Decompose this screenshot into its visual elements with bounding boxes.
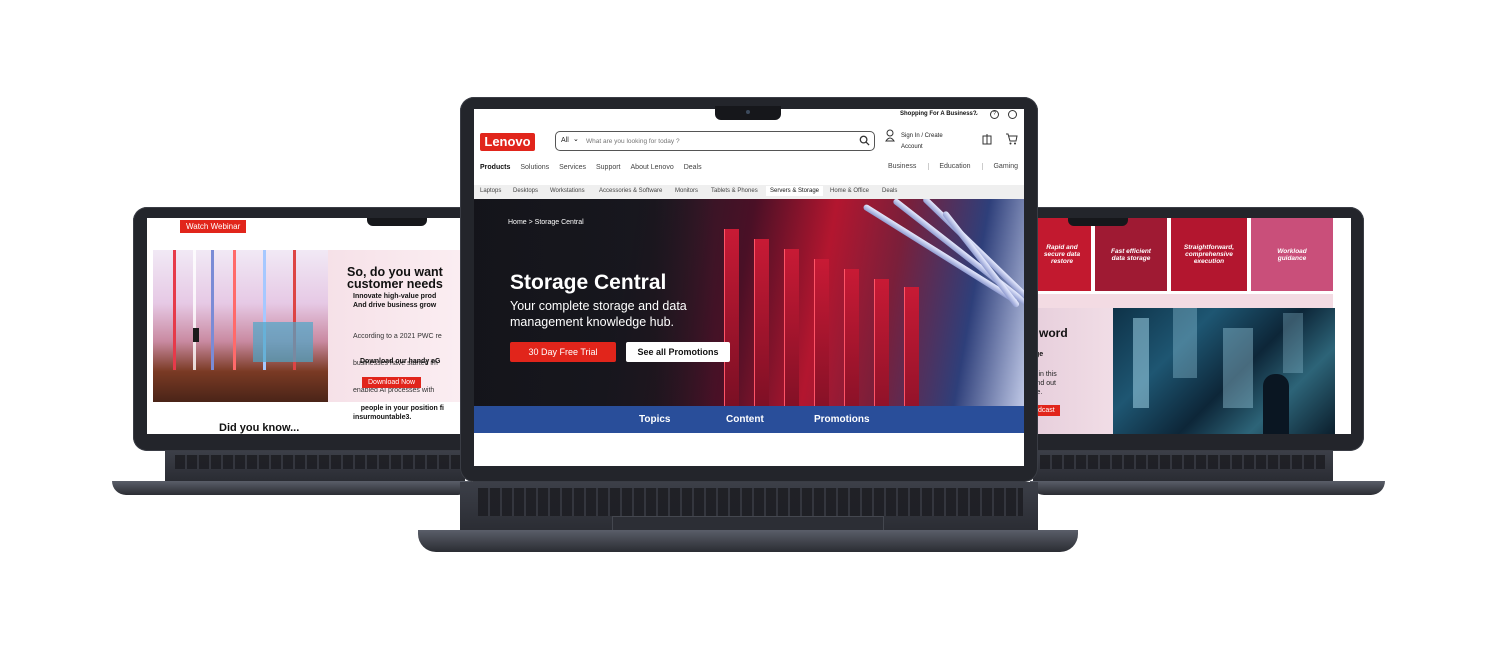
- server-rack-graphic: [724, 229, 739, 406]
- nav-item-education[interactable]: Education: [928, 163, 970, 170]
- right-laptop-notch: [1068, 218, 1128, 226]
- nav-item-solutions[interactable]: Solutions: [520, 164, 549, 171]
- feature-tile: Rapid and secure data restore: [1033, 218, 1091, 291]
- left-laptop-notch: [367, 218, 427, 226]
- user-icon[interactable]: [885, 129, 895, 142]
- sign-in-link[interactable]: Sign In / Create Account: [901, 131, 943, 153]
- feature-tile: Workload guidance: [1251, 218, 1333, 291]
- download-now-button[interactable]: Download Now: [362, 377, 422, 388]
- page-subtitle: Your complete storage and data managemen…: [510, 299, 687, 329]
- promo-body-line: According to a 2021 PWC re: [353, 333, 442, 340]
- right-laptop-front: [1030, 481, 1385, 495]
- category-monitors[interactable]: Monitors: [675, 188, 698, 194]
- site-header: Lenovo All ⌄ Sign In / Create Account Pr…: [474, 121, 1024, 185]
- center-laptop-screen: Shopping For A Business? ⌄ ? Lenovo All …: [474, 109, 1024, 466]
- city-photo: [1113, 308, 1335, 434]
- nav-item-deals[interactable]: Deals: [684, 164, 702, 171]
- main-nav: Products Solutions Services Support Abou…: [480, 164, 702, 171]
- shopping-for-business-link[interactable]: Shopping For A Business?: [900, 111, 977, 117]
- category-accessories[interactable]: Accessories & Software: [599, 188, 662, 194]
- segment-nav: Business Education Gaming: [888, 163, 1018, 170]
- nav-item-support[interactable]: Support: [596, 164, 621, 171]
- left-laptop-keyboard: [175, 455, 460, 469]
- promo-subtitle: Innovate high-value prod And drive busin…: [353, 293, 437, 309]
- nav-item-products[interactable]: Products: [480, 164, 510, 171]
- tab-content[interactable]: Content: [726, 414, 764, 425]
- left-laptop-front: [112, 481, 472, 495]
- cart-icon[interactable]: [1005, 133, 1018, 145]
- search-category-select[interactable]: All: [561, 137, 569, 144]
- category-workstations[interactable]: Workstations: [550, 188, 585, 194]
- download-text: Download our handy eG: [360, 358, 441, 365]
- promo-title: So, do you want customer needs: [347, 265, 443, 291]
- category-tablets[interactable]: Tablets & Phones: [711, 188, 758, 194]
- tab-topics[interactable]: Topics: [639, 414, 670, 425]
- page-title: Storage Central: [510, 271, 667, 294]
- right-laptop-screen: Rapid and secure data restore Fast effic…: [1033, 218, 1351, 434]
- category-laptops[interactable]: Laptops: [480, 188, 501, 194]
- server-rack-graphic: [754, 239, 769, 406]
- support-headset-icon[interactable]: [1008, 110, 1017, 119]
- chevron-down-icon: ⌄: [573, 136, 579, 143]
- hero-banner: Home > Storage Central Storage Central Y…: [474, 199, 1024, 406]
- nav-item-gaming[interactable]: Gaming: [982, 163, 1018, 170]
- right-laptop-keyboard: [1040, 455, 1325, 469]
- chevron-down-icon: ⌄: [974, 111, 980, 117]
- help-icon[interactable]: ?: [990, 110, 999, 119]
- nav-item-services[interactable]: Services: [559, 164, 586, 171]
- tab-promotions[interactable]: Promotions: [814, 414, 870, 425]
- see-promotions-button[interactable]: See all Promotions: [626, 342, 730, 362]
- server-rack-graphic: [844, 269, 859, 406]
- server-rack-graphic: [904, 287, 919, 406]
- camera-dot: [746, 110, 750, 114]
- category-servers-storage[interactable]: Servers & Storage: [766, 186, 824, 196]
- left-laptop-screen: Watch Webinar So, do you want customer n…: [147, 218, 467, 434]
- center-laptop-keyboard: [478, 488, 1023, 516]
- nav-item-business[interactable]: Business: [888, 163, 916, 170]
- did-you-know-heading: Did you know...: [219, 422, 300, 434]
- breadcrumb[interactable]: Home > Storage Central: [508, 219, 584, 226]
- hero-photo: [153, 250, 328, 402]
- feature-tile: Fast efficient data storage: [1095, 218, 1167, 291]
- search-icon[interactable]: [859, 135, 870, 146]
- category-nav: Laptops Desktops Workstations Accessorie…: [474, 185, 1024, 199]
- panel-heading: word: [1039, 326, 1068, 340]
- promo-body-bold: people in your position fi insurmountabl…: [353, 405, 445, 421]
- search-input[interactable]: [586, 135, 856, 147]
- category-desktops[interactable]: Desktops: [513, 188, 538, 194]
- category-deals[interactable]: Deals: [882, 188, 897, 194]
- server-rack-graphic: [814, 259, 829, 406]
- watch-webinar-button[interactable]: Watch Webinar: [180, 220, 247, 233]
- free-trial-button[interactable]: 30 Day Free Trial: [510, 342, 616, 362]
- divider-band: [1033, 294, 1333, 308]
- search-bar[interactable]: All ⌄: [555, 131, 875, 151]
- category-home-office[interactable]: Home & Office: [830, 188, 869, 194]
- nav-item-about[interactable]: About Lenovo: [631, 164, 674, 171]
- feature-tile: Straightforward, comprehensive execution: [1171, 218, 1247, 291]
- lenovo-logo[interactable]: Lenovo: [480, 133, 535, 151]
- server-rack-graphic: [784, 249, 799, 406]
- promo-body: According to a 2021 PWC re businesses ha…: [353, 314, 444, 431]
- server-rack-graphic: [874, 279, 889, 406]
- compare-icon[interactable]: [981, 133, 993, 145]
- center-laptop-front: [418, 530, 1078, 552]
- section-tabs: Topics Content Promotions: [474, 406, 1024, 433]
